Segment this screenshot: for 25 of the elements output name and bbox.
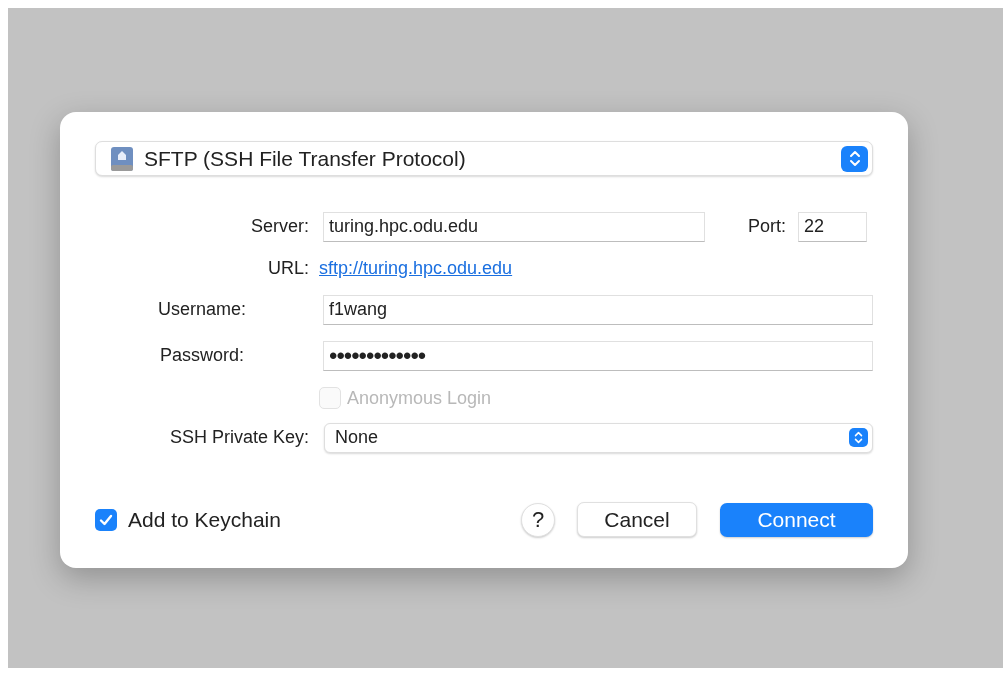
checkbox[interactable] <box>95 508 117 531</box>
server-label: Server: <box>249 215 309 238</box>
ssh-key-value: None <box>335 426 379 449</box>
connect-button[interactable]: Connect <box>720 502 873 537</box>
password-field[interactable]: ••••••••••••• <box>323 340 873 371</box>
ssh-key-label: SSH Private Key: <box>168 426 309 449</box>
chevron-updown-icon <box>849 428 868 447</box>
protocol-popup[interactable]: SFTP (SSH File Transfer Protocol) <box>95 141 873 176</box>
chevron-updown-icon <box>841 145 868 172</box>
password-label: Password: <box>158 344 245 367</box>
anonymous-login-label: Anonymous Login <box>347 386 492 410</box>
protocol-value: SFTP (SSH File Transfer Protocol) <box>144 145 466 172</box>
username-label: Username: <box>157 298 247 321</box>
keychain-label: Add to Keychain <box>128 506 281 533</box>
drive-icon <box>110 145 134 172</box>
url-link[interactable]: sftp://turing.hpc.odu.edu <box>319 254 513 282</box>
port-field[interactable]: 22 <box>798 211 867 242</box>
cancel-button[interactable]: Cancel <box>577 502 697 537</box>
server-field[interactable]: turing.hpc.odu.edu <box>323 211 705 242</box>
help-button[interactable]: ? <box>521 502 555 537</box>
check-icon <box>99 513 113 526</box>
url-label: URL: <box>267 256 309 280</box>
port-label: Port: <box>748 215 786 238</box>
username-field[interactable]: f1wang <box>323 294 873 325</box>
ssh-key-popup[interactable]: None <box>324 422 873 453</box>
